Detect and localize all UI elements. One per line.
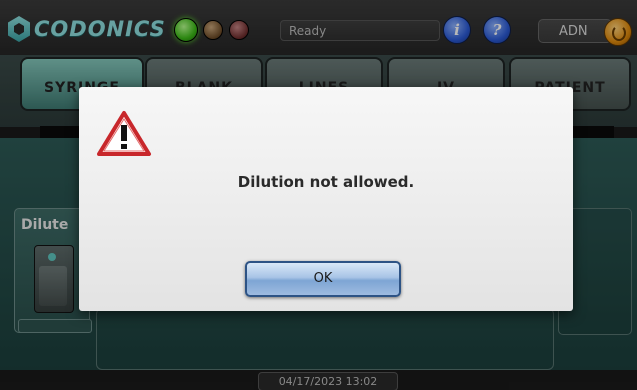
screen: CODONICS Ready i ? ADN SYRINGE BLANK LIN… xyxy=(0,0,637,390)
ok-button[interactable]: OK xyxy=(245,261,401,297)
alert-dialog: Dilution not allowed. OK xyxy=(79,87,573,311)
dialog-message: Dilution not allowed. xyxy=(237,173,415,191)
warning-icon xyxy=(97,111,151,156)
